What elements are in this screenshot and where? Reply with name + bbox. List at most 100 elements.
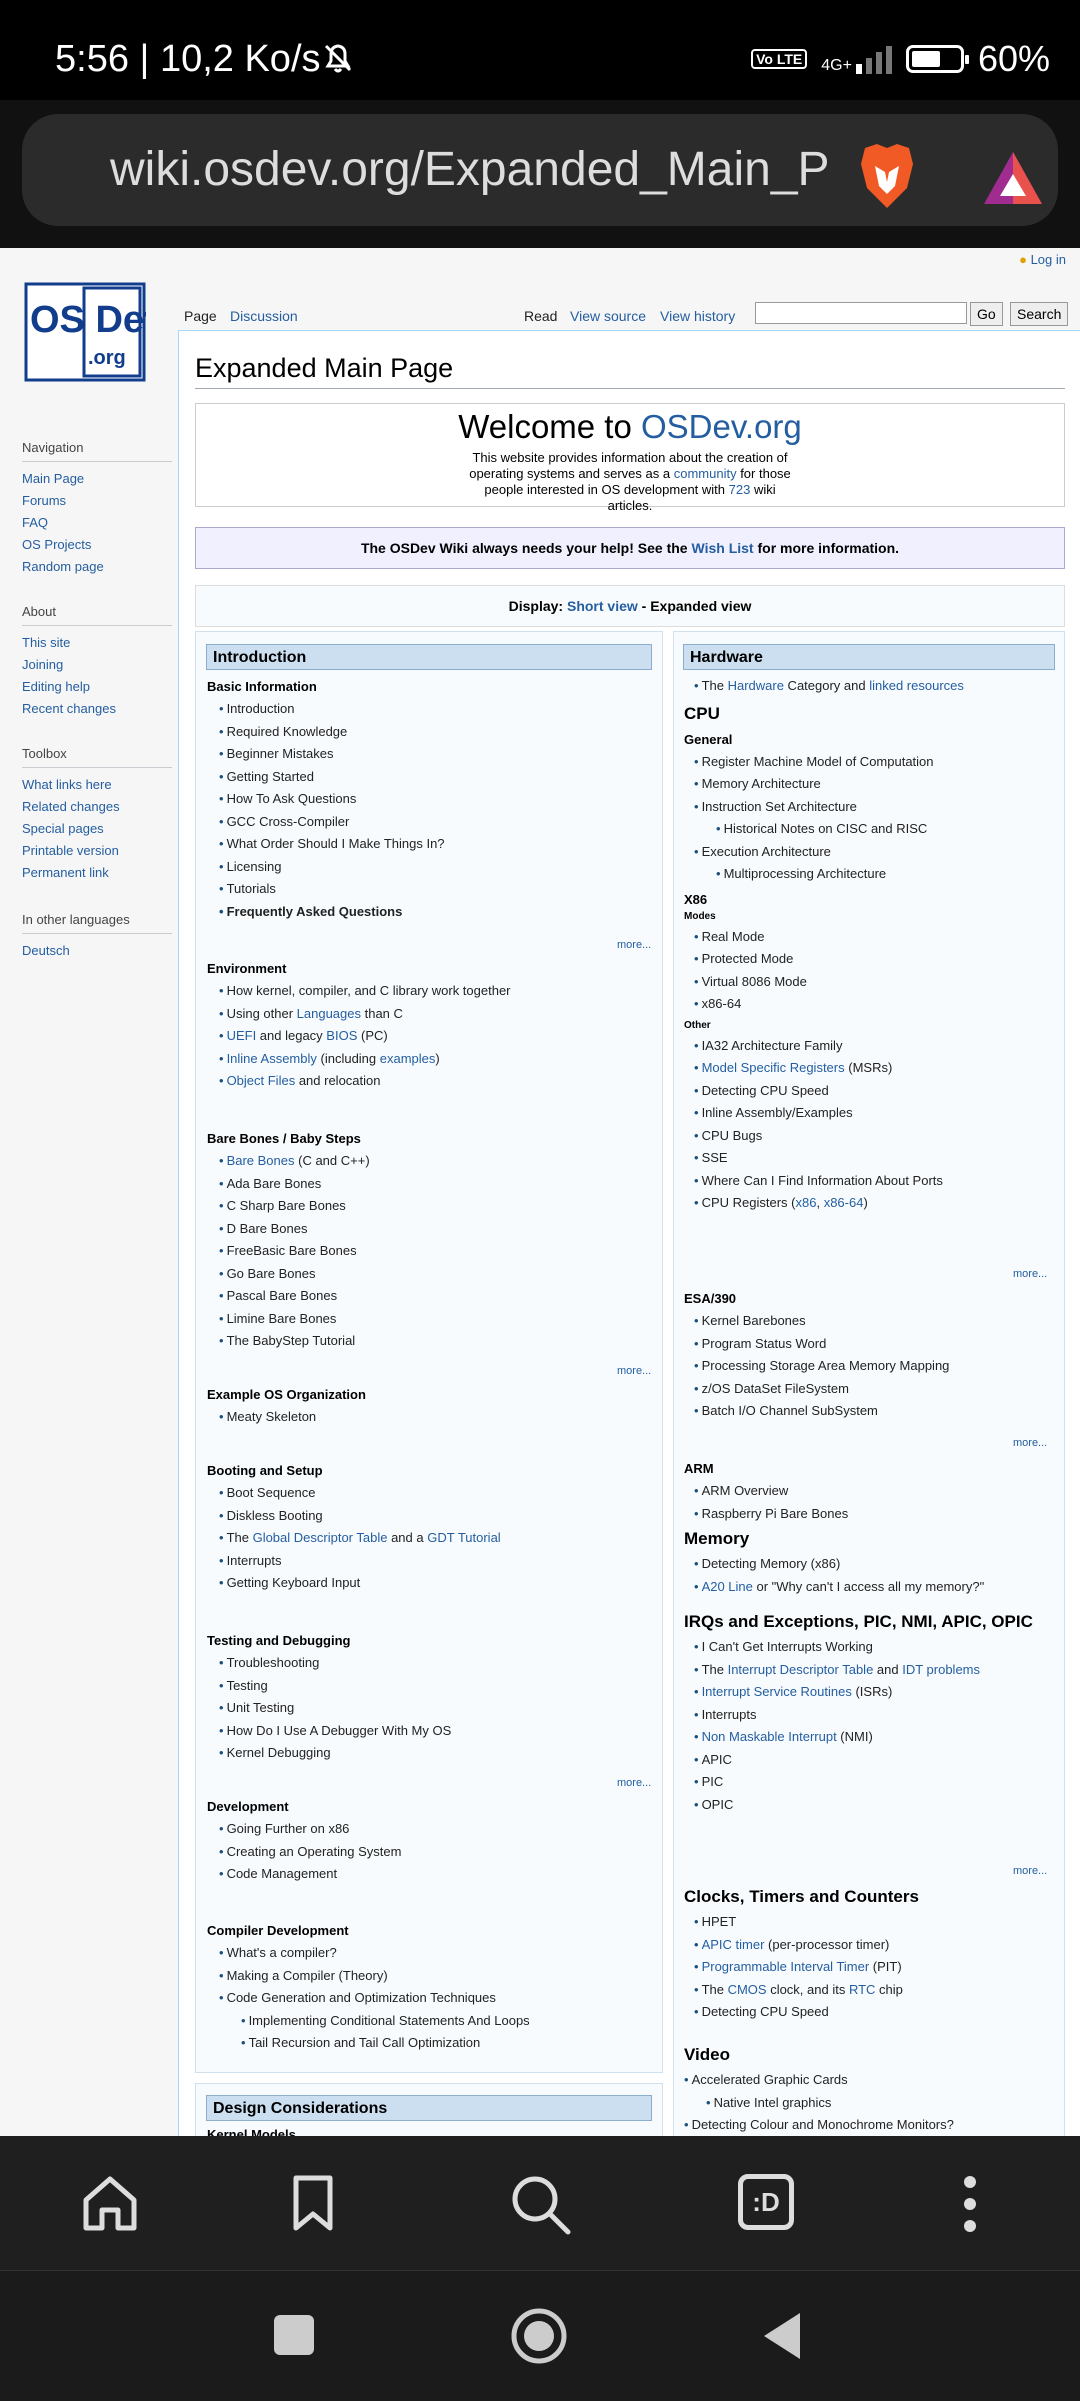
link-code-generation[interactable]: Code Generation and Optimization Techniq… [219,1987,530,2010]
more-link-cpu[interactable]: more... [1013,1268,1047,1280]
sidebar-item-random-page[interactable]: Random page [22,556,172,578]
link-making-a-compiler[interactable]: Making a Compiler (Theory) [219,1965,530,1988]
link-gcc-cross-compiler[interactable]: GCC Cross-Compiler [219,811,445,834]
link-zos-dataset[interactable]: z/OS DataSet FileSystem [694,1378,949,1401]
link-interrupts[interactable]: Interrupts [219,1550,501,1573]
link-languages[interactable]: Languages [297,1006,361,1021]
link-ada-bare-bones[interactable]: Ada Bare Bones [219,1173,370,1196]
link-tutorials[interactable]: Tutorials [219,878,445,901]
link-creating-os[interactable]: Creating an Operating System [219,1841,402,1864]
link-c-sharp-bare-bones[interactable]: C Sharp Bare Bones [219,1195,370,1218]
link-nmi[interactable]: Non Maskable Interrupt [702,1729,837,1744]
home-button[interactable] [510,2307,568,2365]
login-link[interactable]: ● Log in [1019,252,1066,267]
link-x86-64-registers[interactable]: x86-64 [824,1195,864,1210]
link-sse[interactable]: SSE [694,1147,964,1170]
go-button[interactable]: Go [970,302,1003,326]
site-logo[interactable]: OS Dev .org [24,282,165,382]
link-gdt-tutorial[interactable]: GDT Tutorial [427,1530,500,1545]
link-native-intel[interactable]: Native Intel graphics [684,2092,954,2115]
link-freebasic-bare-bones[interactable]: FreeBasic Bare Bones [219,1240,370,1263]
link-troubleshooting[interactable]: Troubleshooting [219,1652,451,1675]
sidebar-item-os-projects[interactable]: OS Projects [22,534,172,556]
link-detecting-monitors[interactable]: Detecting Colour and Monochrome Monitors… [684,2114,954,2136]
link-bios[interactable]: BIOS [326,1028,357,1043]
link-meaty-skeleton[interactable]: Meaty Skeleton [219,1406,366,1429]
tabs-button[interactable]: :D [738,2174,794,2230]
link-licensing[interactable]: Licensing [219,856,445,879]
link-kernel-compiler-c-library[interactable]: How kernel, compiler, and C library work… [219,980,511,1003]
link-apic-timer[interactable]: APIC timer [702,1937,765,1952]
link-global-descriptor-table[interactable]: Global Descriptor Table [253,1530,388,1545]
link-register-machine[interactable]: Register Machine Model of Computation [694,751,964,774]
link-boot-sequence[interactable]: Boot Sequence [219,1482,501,1505]
sidebar-item-recent-changes[interactable]: Recent changes [22,698,172,720]
link-introduction[interactable]: Introduction [219,698,445,721]
link-pascal-bare-bones[interactable]: Pascal Bare Bones [219,1285,370,1308]
link-detecting-cpu-speed-2[interactable]: Detecting CPU Speed [694,2001,919,2024]
link-arm-overview[interactable]: ARM Overview [694,1480,1033,1503]
more-link-esa[interactable]: more... [1013,1437,1047,1449]
sidebar-item-this-site[interactable]: This site [22,632,172,654]
link-isr[interactable]: Interrupt Service Routines [702,1684,852,1699]
link-instruction-set[interactable]: Instruction Set Architecture [694,796,964,819]
sidebar-item-faq[interactable]: FAQ [22,512,172,534]
link-x86-64[interactable]: x86-64 [694,993,964,1016]
link-babystep-tutorial[interactable]: The BabyStep Tutorial [219,1330,370,1353]
search-input[interactable] [755,302,967,324]
link-rtc[interactable]: RTC [849,1982,875,1997]
link-diskless-booting[interactable]: Diskless Booting [219,1505,501,1528]
url-text[interactable]: wiki.osdev.org/Expanded_Main_Pag [110,142,830,197]
link-protected-mode[interactable]: Protected Mode [694,948,964,971]
more-link-basic[interactable]: more... [617,939,651,951]
more-icon[interactable] [960,2174,980,2234]
link-inline-asm-examples[interactable]: Inline Assembly/Examples [694,1102,964,1125]
link-bare-bones[interactable]: Bare Bones [227,1153,295,1168]
link-kernel-debugging[interactable]: Kernel Debugging [219,1742,451,1765]
link-real-mode[interactable]: Real Mode [694,926,964,949]
tab-page[interactable]: Page [184,308,217,324]
link-testing[interactable]: Testing [219,1675,451,1698]
link-whats-a-compiler[interactable]: What's a compiler? [219,1942,530,1965]
more-link-bare-bones[interactable]: more... [617,1365,651,1377]
link-object-files[interactable]: Object Files [227,1073,296,1088]
more-link-testing[interactable]: more... [617,1777,651,1789]
wish-list-link[interactable]: Wish List [691,540,753,556]
bookmark-icon[interactable] [292,2174,334,2232]
sidebar-item-special-pages[interactable]: Special pages [22,818,172,840]
sidebar-item-deutsch[interactable]: Deutsch [22,940,172,962]
link-beginner-mistakes[interactable]: Beginner Mistakes [219,743,445,766]
link-idt-problems[interactable]: IDT problems [902,1662,980,1677]
link-what-order[interactable]: What Order Should I Make Things In? [219,833,445,856]
link-ports-info[interactable]: Where Can I Find Information About Ports [694,1170,964,1193]
link-faq[interactable]: Frequently Asked Questions [219,901,445,924]
back-button[interactable] [760,2311,804,2361]
link-multiprocessing[interactable]: Multiprocessing Architecture [694,863,964,886]
community-link[interactable]: community [674,466,737,481]
sidebar-item-editing-help[interactable]: Editing help [22,676,172,698]
link-cmos[interactable]: CMOS [728,1982,767,1997]
link-hpet[interactable]: HPET [694,1911,919,1934]
link-raspberry-pi[interactable]: Raspberry Pi Bare Bones [694,1503,1033,1526]
short-view-link[interactable]: Short view [567,598,638,614]
link-kernel-barebones[interactable]: Kernel Barebones [694,1310,949,1333]
link-idt[interactable]: Interrupt Descriptor Table [728,1662,874,1677]
rewards-triangle-icon[interactable] [982,150,1044,206]
sidebar-item-printable-version[interactable]: Printable version [22,840,172,862]
link-getting-keyboard-input[interactable]: Getting Keyboard Input [219,1572,501,1595]
welcome-site-link[interactable]: OSDev.org [641,408,802,445]
link-conditional-statements[interactable]: Implementing Conditional Statements And … [219,2010,530,2033]
link-examples[interactable]: examples [380,1051,436,1066]
link-detecting-memory[interactable]: Detecting Memory (x86) [694,1553,1033,1576]
link-detecting-cpu-speed[interactable]: Detecting CPU Speed [694,1080,964,1103]
search-icon[interactable] [510,2174,572,2236]
link-go-bare-bones[interactable]: Go Bare Bones [219,1263,370,1286]
link-tail-recursion[interactable]: Tail Recursion and Tail Call Optimizatio… [219,2032,530,2055]
sidebar-item-related-changes[interactable]: Related changes [22,796,172,818]
sidebar-item-joining[interactable]: Joining [22,654,172,676]
link-how-to-ask-questions[interactable]: How To Ask Questions [219,788,445,811]
link-program-status-word[interactable]: Program Status Word [694,1333,949,1356]
link-uefi[interactable]: UEFI [227,1028,257,1043]
link-unit-testing[interactable]: Unit Testing [219,1697,451,1720]
link-getting-started[interactable]: Getting Started [219,766,445,789]
